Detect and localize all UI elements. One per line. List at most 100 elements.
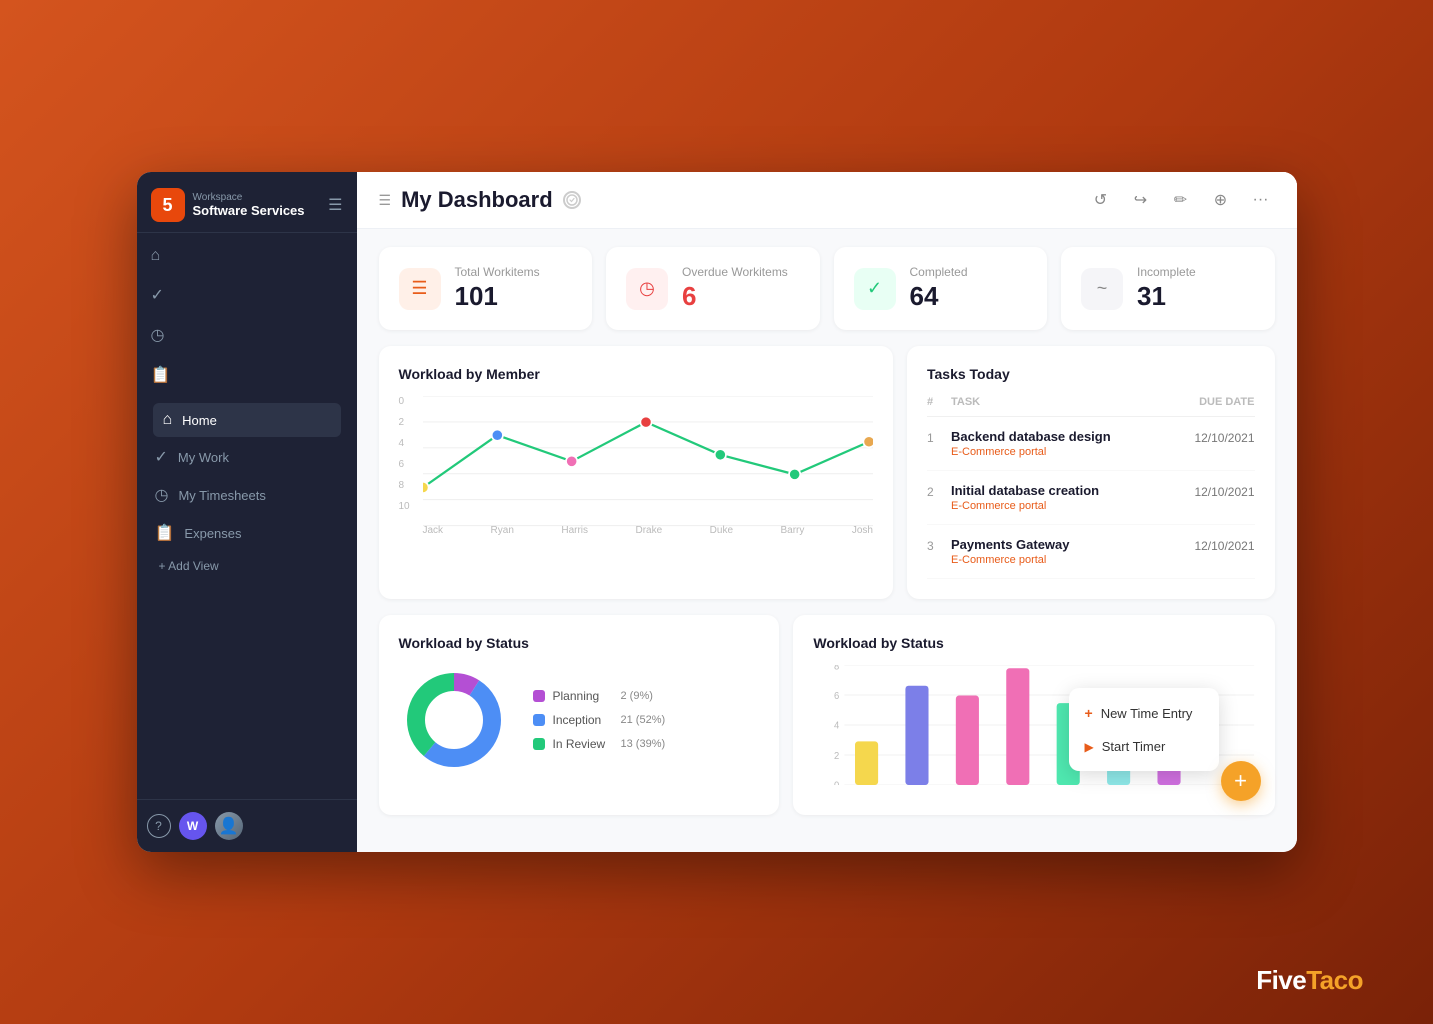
svg-text:6: 6 — [834, 691, 839, 702]
completed-icon: ✓ — [854, 268, 896, 310]
tasks-header: # Task Due date — [927, 396, 1255, 417]
sidebar-icon-timesheets[interactable]: ◷ — [137, 317, 357, 353]
incomplete-label: Incomplete — [1137, 265, 1196, 279]
overdue-workitems-icon: ◷ — [626, 268, 668, 310]
completed-value: 64 — [910, 281, 968, 312]
start-timer-button[interactable]: ▶ Start Timer — [1069, 730, 1219, 763]
more-button[interactable]: ··· — [1247, 186, 1275, 214]
timesheets-icon: ◷ — [155, 485, 169, 505]
my-work-label: My Work — [178, 450, 229, 465]
donut-svg — [399, 665, 509, 775]
in-review-dot — [533, 738, 545, 750]
incomplete-value: 31 — [1137, 281, 1196, 312]
add-view-button[interactable]: + Add View — [145, 553, 349, 579]
completed-label: Completed — [910, 265, 968, 279]
workload-status-bar-title: Workload by Status — [813, 635, 1254, 651]
tasks-today-card: Tasks Today # Task Due date 1 Backend da… — [907, 346, 1275, 599]
share-button[interactable]: ↪ — [1127, 186, 1155, 214]
planning-dot — [533, 690, 545, 702]
svg-text:0: 0 — [834, 780, 839, 785]
sidebar: 5 Workspace Software Services ☰ ⌂ ✓ ◷ — [137, 172, 357, 852]
completed-info: Completed 64 — [910, 265, 968, 312]
sidebar-icon-work[interactable]: ✓ — [137, 277, 357, 313]
sidebar-footer: ? W 👤 — [137, 799, 357, 852]
hamburger-icon[interactable]: ☰ — [328, 195, 342, 215]
topbar: ☰ My Dashboard ↺ ↪ ✏ ⊕ ··· — [357, 172, 1297, 229]
chart-y-labels: 10 8 6 4 2 0 — [399, 396, 410, 512]
stat-cards: ☰ Total Workitems 101 ◷ Overdue Workitem… — [379, 247, 1275, 330]
logo-icon: 5 — [151, 188, 185, 222]
user-avatar-w[interactable]: W — [179, 812, 207, 840]
incomplete-icon: ~ — [1081, 268, 1123, 310]
sidebar-icon-home[interactable]: ⌂ — [137, 239, 357, 273]
dashboard: ☰ Total Workitems 101 ◷ Overdue Workitem… — [357, 229, 1297, 852]
sidebar-item-expenses[interactable]: 📋 Expenses — [145, 515, 349, 551]
play-icon: ▶ — [1085, 740, 1094, 754]
table-row: 3 Payments Gateway E-Commerce portal 12/… — [927, 525, 1255, 579]
total-workitems-info: Total Workitems 101 — [455, 265, 540, 312]
fab-button[interactable]: + — [1221, 761, 1261, 801]
help-icon[interactable]: ? — [147, 814, 171, 838]
legend-item-in-review: In Review 13 (39%) — [533, 737, 666, 751]
stat-card-completed: ✓ Completed 64 — [834, 247, 1048, 330]
overdue-workitems-label: Overdue Workitems — [682, 265, 788, 279]
float-menu: + New Time Entry ▶ Start Timer — [1069, 688, 1219, 771]
workload-member-chart: 10 8 6 4 2 0 — [399, 396, 874, 536]
workload-status-donut-card: Workload by Status — [379, 615, 780, 815]
topbar-actions: ↺ ↪ ✏ ⊕ ··· — [1087, 186, 1275, 214]
workload-member-title: Workload by Member — [399, 366, 874, 382]
donut-chart — [399, 665, 509, 775]
workload-member-card: Workload by Member 10 8 6 4 2 0 — [379, 346, 894, 599]
incomplete-info: Incomplete 31 — [1137, 265, 1196, 312]
stat-card-incomplete: ~ Incomplete 31 — [1061, 247, 1275, 330]
table-row: 1 Backend database design E-Commerce por… — [927, 417, 1255, 471]
overdue-workitems-info: Overdue Workitems 6 — [682, 265, 788, 312]
topbar-left: ☰ My Dashboard — [379, 187, 581, 213]
user-avatar-photo[interactable]: 👤 — [215, 812, 243, 840]
sidebar-nav-items: ⌂ Home ✓ My Work ◷ My Timesheets 📋 Expen… — [137, 399, 357, 799]
overdue-workitems-value: 6 — [682, 281, 788, 312]
stat-card-overdue: ◷ Overdue Workitems 6 — [606, 247, 820, 330]
donut-legend: Planning 2 (9%) Inception 21 (52%) — [533, 689, 666, 751]
chart-x-labels: Jack Ryan Harris Drake Duke Barry Josh — [423, 525, 874, 536]
new-time-entry-button[interactable]: + New Time Entry — [1069, 696, 1219, 730]
add-button[interactable]: ⊕ — [1207, 186, 1235, 214]
line-chart-svg — [423, 396, 873, 527]
expenses-label: Expenses — [184, 526, 241, 541]
home-icon: ⌂ — [163, 411, 173, 429]
logo-text: Workspace Software Services — [193, 192, 305, 218]
sidebar-item-home[interactable]: ⌂ Home — [153, 403, 341, 437]
total-workitems-value: 101 — [455, 281, 540, 312]
stat-card-total: ☰ Total Workitems 101 — [379, 247, 593, 330]
tasks-table: # Task Due date 1 Backend database desig… — [927, 396, 1255, 579]
sidebar-header: 5 Workspace Software Services ☰ — [137, 172, 357, 232]
row2: Workload by Member 10 8 6 4 2 0 — [379, 346, 1275, 599]
tasks-today-title: Tasks Today — [927, 366, 1255, 382]
sidebar-item-timesheets[interactable]: ◷ My Timesheets — [145, 477, 349, 513]
refresh-button[interactable]: ↺ — [1087, 186, 1115, 214]
timesheets-nav-icon: ◷ — [151, 325, 165, 345]
svg-text:8: 8 — [834, 665, 839, 672]
sidebar-icon-expenses[interactable]: 📋 — [137, 357, 357, 393]
my-work-icon: ✓ — [155, 447, 168, 467]
edit-button[interactable]: ✏ — [1167, 186, 1195, 214]
topbar-menu-icon[interactable]: ☰ — [379, 192, 392, 209]
title-badge[interactable] — [563, 191, 581, 209]
row3: Workload by Status — [379, 615, 1275, 815]
home-nav-icon: ⌂ — [151, 247, 161, 265]
expenses-nav-icon: 📋 — [151, 365, 171, 385]
sidebar-logo: 5 Workspace Software Services — [151, 188, 305, 222]
legend-item-inception: Inception 21 (52%) — [533, 713, 666, 727]
workload-status-donut-title: Workload by Status — [399, 635, 760, 651]
svg-text:2: 2 — [834, 751, 839, 762]
main-content: ☰ My Dashboard ↺ ↪ ✏ ⊕ ··· — [357, 172, 1297, 852]
sidebar-item-my-work[interactable]: ✓ My Work — [145, 439, 349, 475]
fivetaco-branding: FiveTaco — [1256, 965, 1363, 996]
total-workitems-icon: ☰ — [399, 268, 441, 310]
inception-dot — [533, 714, 545, 726]
expenses-icon: 📋 — [155, 523, 175, 543]
checkmark-icon — [566, 194, 578, 206]
donut-content: Planning 2 (9%) Inception 21 (52%) — [399, 665, 760, 775]
work-nav-icon: ✓ — [151, 285, 164, 305]
sidebar-nav: ⌂ ✓ ◷ 📋 — [137, 232, 357, 399]
